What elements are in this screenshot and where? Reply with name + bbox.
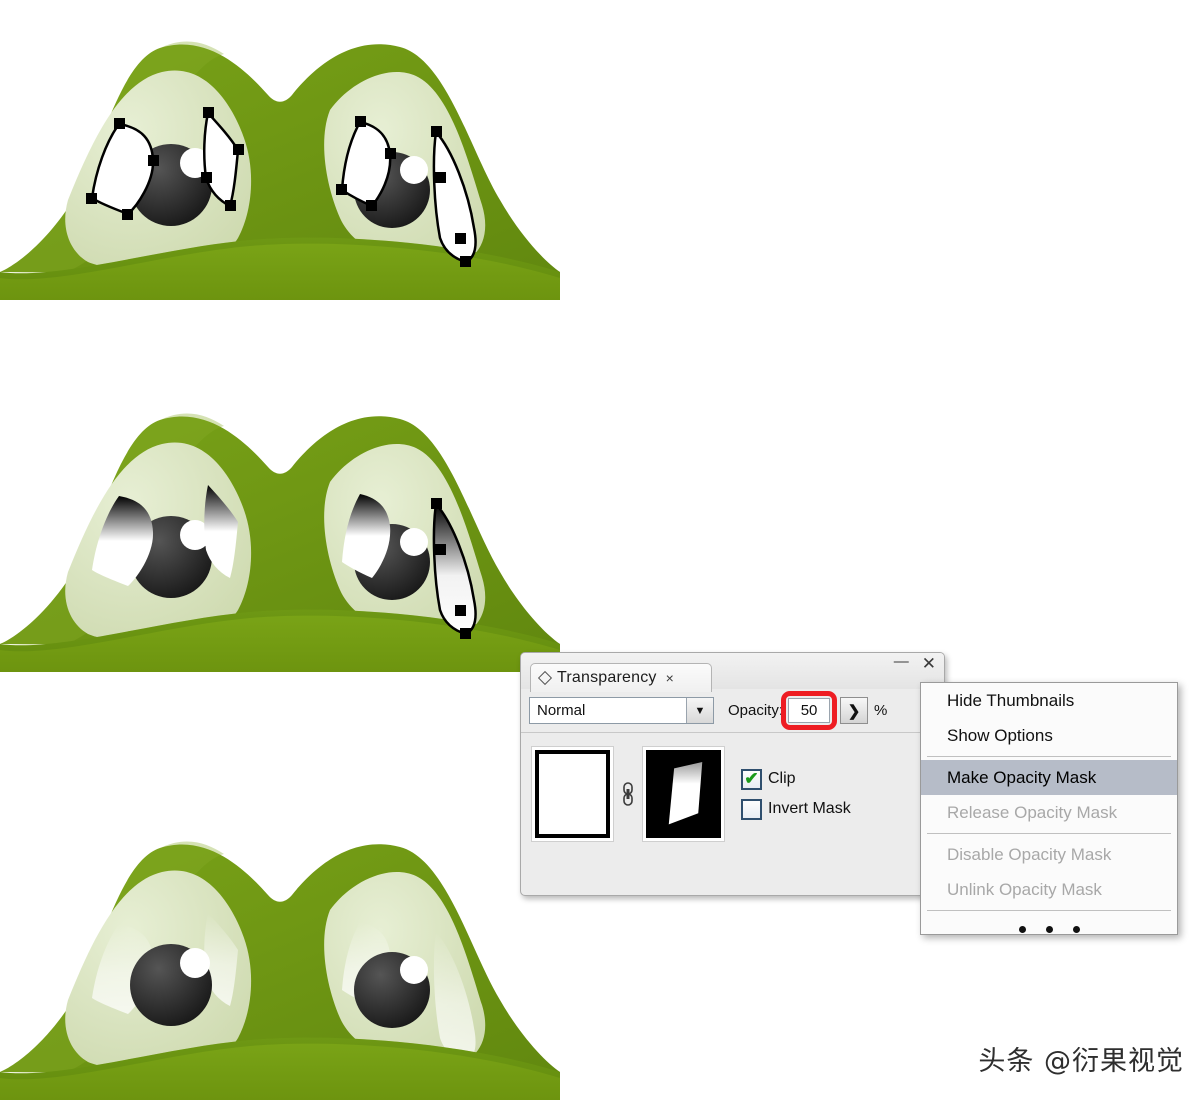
mask-thumbnail-image <box>646 750 721 838</box>
dot-icon <box>1045 925 1053 933</box>
minimize-icon[interactable]: — <box>894 654 909 669</box>
watermark: 头条 @衍果视觉 <box>978 1046 1184 1077</box>
clip-checkbox[interactable]: ✔ <box>741 768 762 790</box>
menu-item-unlink-opacity-mask: Unlink Opacity Mask <box>947 879 1102 899</box>
close-icon[interactable]: ✕ <box>922 655 936 672</box>
menu-item-disable-opacity-mask: Disable Opacity Mask <box>947 844 1112 864</box>
mask-options: ✔ Clip Invert Mask <box>741 768 851 820</box>
menu-item-show-options[interactable]: Show Options <box>921 718 1177 753</box>
check-icon: ✔ <box>744 768 759 788</box>
dot-icon <box>1072 925 1080 933</box>
menu-item-make-opacity-mask[interactable]: Make Opacity Mask <box>921 760 1177 795</box>
opacity-percent-symbol: % <box>874 702 888 719</box>
object-thumbnail-image <box>535 750 610 838</box>
tab-close-icon[interactable]: × <box>666 670 674 686</box>
dot-icon <box>1018 925 1026 933</box>
panel-flyout-menu: Hide Thumbnails Show Options Make Opacit… <box>920 682 1178 935</box>
menu-separator <box>927 756 1171 757</box>
menu-item-hide-thumbnails[interactable]: Hide Thumbnails <box>921 683 1177 718</box>
opacity-stepper-button[interactable]: ❯ <box>840 697 869 724</box>
blend-mode-select[interactable]: Normal ▼ <box>529 697 714 724</box>
menu-separator <box>927 833 1171 834</box>
opacity-input[interactable]: 50 <box>788 698 831 723</box>
menu-item-release-opacity-mask: Release Opacity Mask <box>947 802 1118 822</box>
menu-separator <box>927 910 1171 911</box>
menu-more-indicator[interactable] <box>921 914 1177 944</box>
panel-body: Normal ▼ Opacity: 50 ❯ % ✔ Clip Invert M… <box>521 689 944 842</box>
object-thumbnail[interactable] <box>531 746 614 842</box>
invert-mask-checkbox[interactable] <box>741 798 762 820</box>
tab-transparency[interactable]: Transparency × <box>530 663 712 692</box>
screenshot-canvas: — ✕ Transparency × Normal ▼ Opacity: 50 <box>0 0 1200 1100</box>
window-controls: — ✕ <box>894 654 936 672</box>
illustration-frog-step-3 <box>0 800 600 1100</box>
invert-mask-checkbox-row[interactable]: Invert Mask <box>741 798 851 820</box>
transparency-panel: — ✕ Transparency × Normal ▼ Opacity: 50 <box>520 652 945 896</box>
tab-label: Transparency <box>557 669 657 686</box>
invert-mask-label: Invert Mask <box>768 800 851 817</box>
illustration-frog-step-1 <box>0 0 600 300</box>
opacity-row: Normal ▼ Opacity: 50 ❯ % <box>521 689 944 733</box>
panel-titlebar: — ✕ Transparency × <box>521 653 944 692</box>
opacity-input-wrapper: 50 <box>781 691 838 730</box>
diamond-icon <box>537 670 553 686</box>
opacity-label: Opacity: <box>728 702 784 719</box>
blend-mode-value: Normal <box>537 702 586 719</box>
clip-checkbox-row[interactable]: ✔ Clip <box>741 768 851 790</box>
thumbnails-row: ✔ Clip Invert Mask <box>521 733 944 842</box>
illustration-frog-step-2 <box>0 372 600 672</box>
mask-thumbnail[interactable] <box>642 746 725 842</box>
link-chain-icon[interactable] <box>620 779 636 809</box>
chevron-down-icon[interactable]: ▼ <box>686 698 713 723</box>
clip-label: Clip <box>768 770 796 787</box>
